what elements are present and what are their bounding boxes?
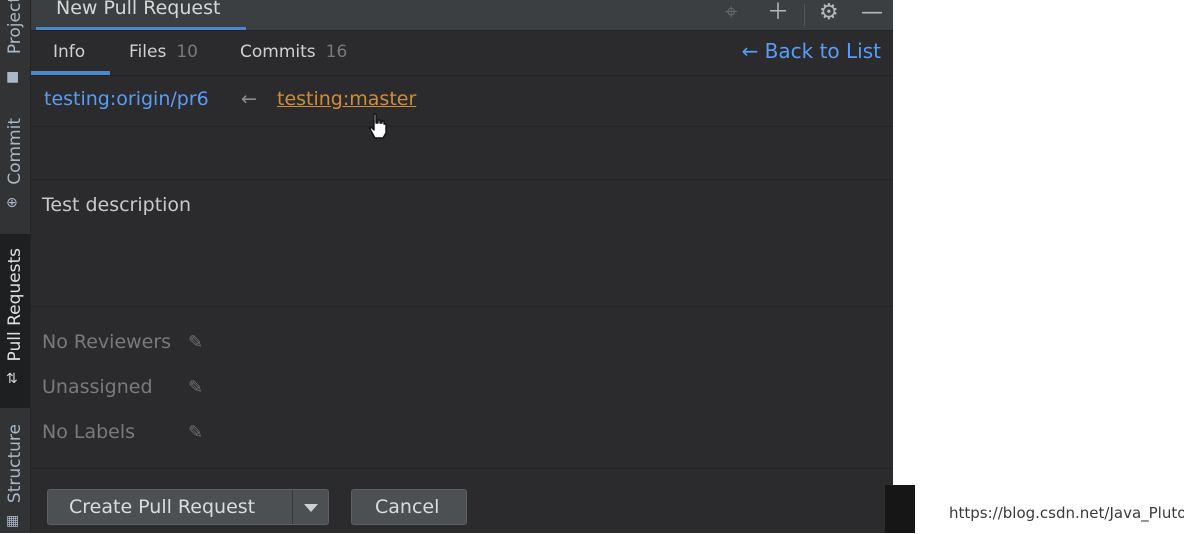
tool-window-stripe: Project ■ Commit ⊕ Pull Requests ⇅ Struc… [0,0,31,533]
labels-label: No Labels [42,421,136,443]
crosshair-icon[interactable]: ⌖ [725,2,737,24]
description-field[interactable]: Test description [31,180,893,307]
create-pull-request-label: Create Pull Request [69,496,256,518]
edit-labels-pencil-icon[interactable]: ✎ [188,422,203,443]
edit-assignee-pencil-icon[interactable]: ✎ [188,377,203,398]
details-tabs: Info Files 10 Commits 16 ← Back to List [31,31,893,76]
pull-request-panel: New Pull Request ⌖ ＋ ⚙ — Info Files 10 Co… [31,0,893,533]
stripe-project-button[interactable]: Project ■ [0,0,30,92]
description-text: Test description [42,194,192,216]
toolbar-divider [804,4,805,26]
tool-window-header: New Pull Request ⌖ ＋ ⚙ — [31,0,893,31]
structure-icon: ▦ [6,513,20,529]
tab-files-count: 10 [176,42,198,62]
branch-selector: testing:origin/pr6 ← testing:master [31,76,893,127]
stripe-pull-requests-button[interactable]: Pull Requests ⇅ [0,234,30,408]
cancel-label: Cancel [375,496,440,518]
reviewers-label: No Reviewers [42,331,172,353]
stripe-pull-requests-label: Pull Requests [5,248,25,362]
minimize-icon[interactable]: — [861,2,883,24]
stripe-commit-label: Commit [5,118,25,185]
action-bar: Create Pull Request Cancel [31,468,893,534]
active-tab-underline [36,27,246,30]
plus-icon[interactable]: ＋ [767,2,789,24]
tab-info[interactable]: Info [53,42,85,62]
back-to-list-link[interactable]: ← Back to List [742,39,881,63]
stripe-structure-button[interactable]: Structure ▦ [0,418,30,533]
folder-icon: ■ [6,69,20,85]
chevron-down-icon[interactable] [304,504,318,512]
new-pull-request-tab[interactable]: New Pull Request [36,0,246,30]
assignee-label: Unassigned [42,376,153,398]
stripe-commit-button[interactable]: Commit ⊕ [0,110,30,218]
create-pull-request-button[interactable]: Create Pull Request [47,489,329,525]
screen-edge-shadow [885,485,915,533]
selected-tab-underline [31,71,110,75]
target-branch-link[interactable]: testing:master [277,88,416,110]
gear-icon[interactable]: ⚙ [819,2,839,24]
tab-files[interactable]: Files 10 [129,42,198,62]
window-title: New Pull Request [56,0,221,19]
cancel-button[interactable]: Cancel [351,489,467,525]
source-branch[interactable]: testing:origin/pr6 [44,88,209,110]
branch-direction-arrow: ← [241,88,257,110]
split-button-divider [292,490,293,524]
edit-reviewers-pencil-icon[interactable]: ✎ [188,332,203,353]
watermark-text: https://blog.csdn.net/Java_Pluto [949,504,1184,522]
tab-commits-count: 16 [325,42,348,62]
tab-commits-label: Commits [240,42,316,62]
tab-info-label: Info [53,42,86,62]
pull-request-title-field[interactable] [31,127,893,180]
tab-commits[interactable]: Commits 16 [240,42,347,62]
commit-icon: ⊕ [6,195,18,211]
pull-request-icon: ⇅ [6,371,18,387]
stripe-structure-label: Structure [5,424,25,504]
tab-files-label: Files [129,42,167,62]
stripe-project-label: Project [5,0,25,55]
